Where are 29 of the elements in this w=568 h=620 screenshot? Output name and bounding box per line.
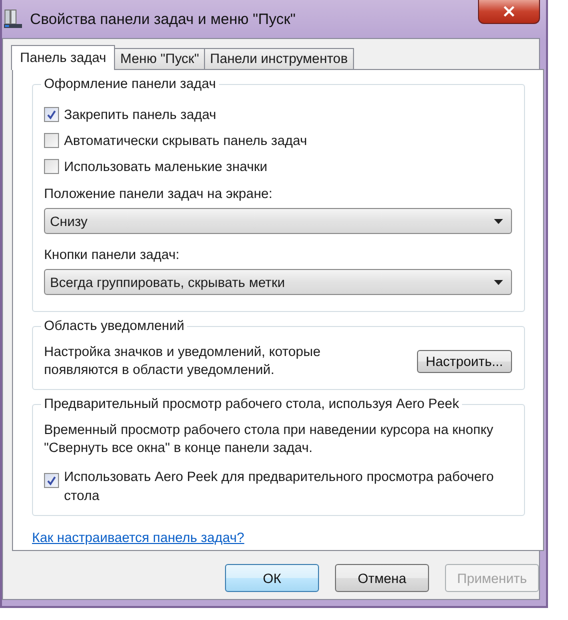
dropdown-arrow-icon [494,280,503,284]
group-title: Область уведомлений [41,318,188,333]
checkbox[interactable] [44,473,59,488]
dropdown[interactable]: Снизу [44,208,512,234]
tab[interactable]: Меню "Пуск" [114,48,205,69]
help-link[interactable]: Как настраивается панель задач? [32,530,244,545]
close-button[interactable]: × [478,0,540,24]
checkbox-label: Использовать маленькие значки [64,158,268,176]
description-text: Настройка значков и уведомлений, которые появляются в области уведомлений. [44,343,322,379]
dropdown-arrow-icon [494,218,503,224]
group-title: Предварительный просмотр рабочего стола, используя Aero Peek [41,396,462,411]
checkbox-label: Автоматически скрывать панель задач [64,132,308,150]
field-label: Положение панели задач на экране: [44,185,274,203]
checkbox[interactable] [44,132,59,148]
field-label: Кнопки панели задач: [44,246,180,264]
tab[interactable]: Панель задач [11,45,116,70]
description-text: Временный просмотр рабочего стола при наведении курсора на кнопку "Свернуть все окна" в конце панели задач. [44,421,494,457]
checkbox[interactable] [44,106,59,122]
dialog-button[interactable]: Отмена [335,564,429,592]
checkbox[interactable] [44,158,59,174]
customize-button[interactable]: Настроить... [416,350,512,372]
checkbox-label: Закрепить панель задач [64,106,216,124]
checkbox-label: Использовать Aero Peek для предварительного просмотра рабочего стола [64,468,495,505]
dialog-button[interactable]: ОК [225,564,319,592]
window-title: Свойства панели задач и меню "Пуск" [30,10,297,28]
dropdown[interactable]: Всегда группировать, скрывать метки [44,269,512,295]
tab[interactable]: Панели инструментов [204,48,354,69]
group-title: Оформление панели задач [41,76,219,91]
taskbar-app-icon [4,9,22,29]
